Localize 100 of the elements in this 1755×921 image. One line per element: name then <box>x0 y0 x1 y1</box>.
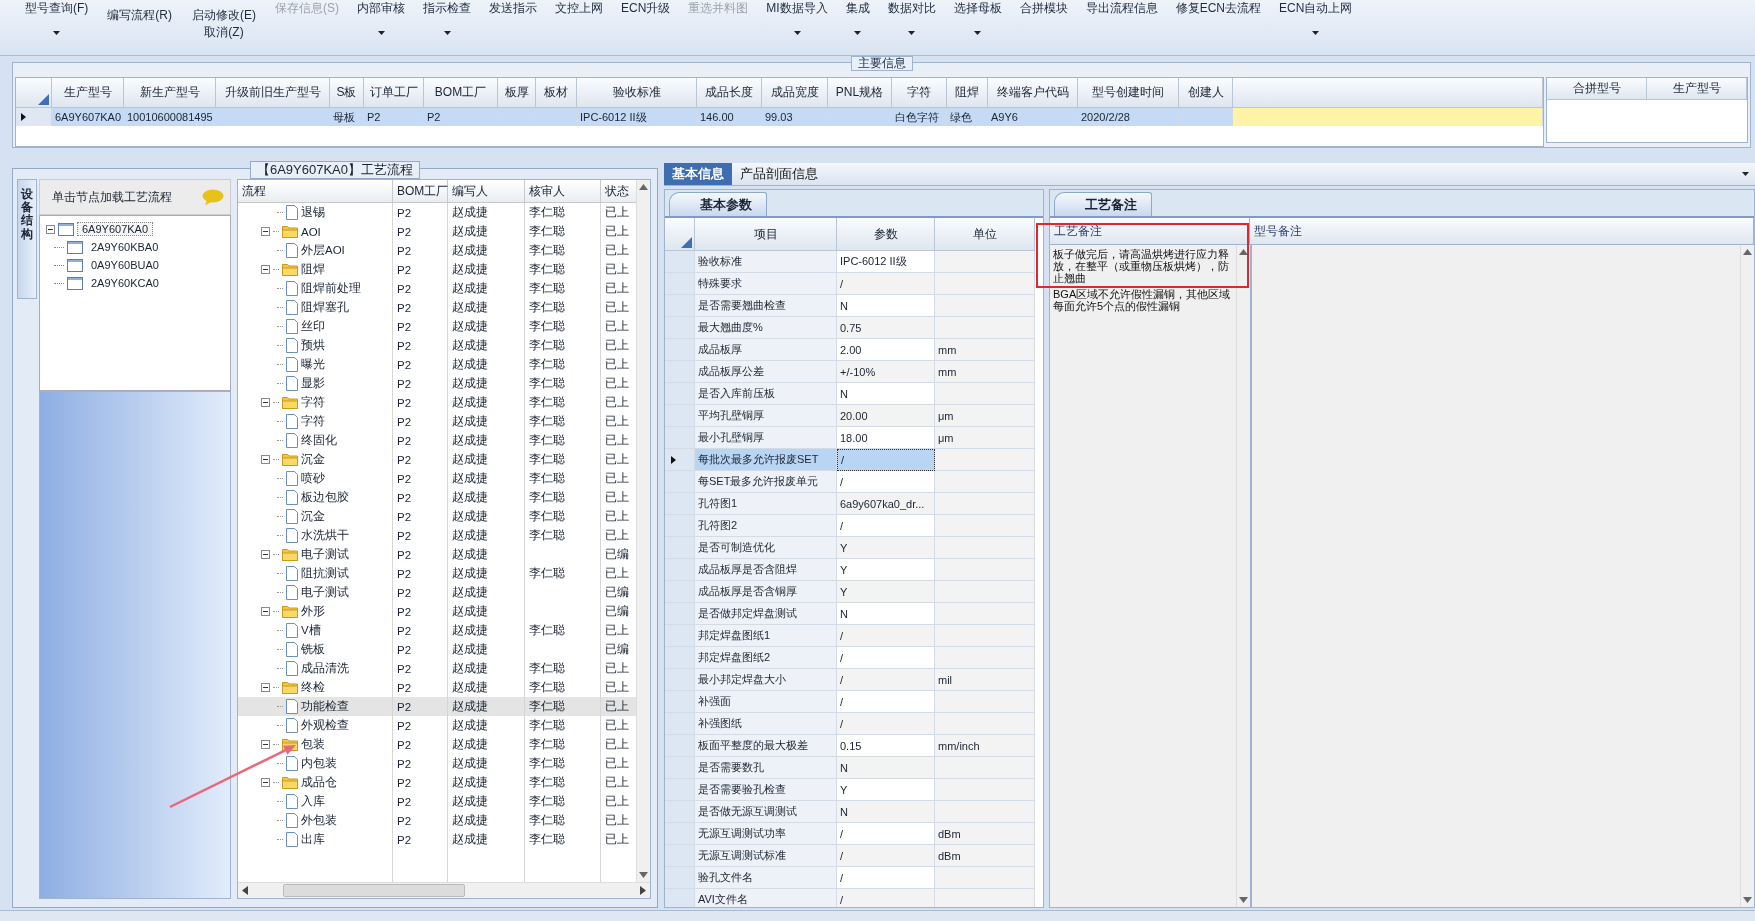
toolbar-button[interactable]: 发送指示 <box>480 0 546 52</box>
column-header[interactable]: 字符 <box>892 78 947 108</box>
table-row[interactable]: 特殊要求 / <box>665 273 1043 295</box>
collapse-icon[interactable] <box>261 265 270 274</box>
table-row[interactable]: AVI文件名 / <box>665 889 1043 907</box>
column-header[interactable]: 型号备注 <box>1250 218 1754 245</box>
table-row[interactable]: 是否需要数孔 N <box>665 757 1043 779</box>
collapse-icon[interactable] <box>261 683 270 692</box>
column-header[interactable]: 单位 <box>935 218 1035 251</box>
table-row[interactable]: 功能检查 P2 赵成捷 李仁聪 已上 <box>238 697 636 716</box>
scroll-up-icon[interactable] <box>639 184 648 190</box>
table-row[interactable]: 平均孔壁铜厚 20.00 μm <box>665 405 1043 427</box>
table-row[interactable]: 无源互调测试功率 / dBm <box>665 823 1043 845</box>
tree-node[interactable]: 2A9Y60KBA0 <box>86 240 164 254</box>
table-row[interactable]: 成品板厚是否含铜厚 Y <box>665 581 1043 603</box>
column-header[interactable]: 板厚 <box>498 78 536 108</box>
table-row[interactable]: 6A9Y607KA0 10010600081495 母板 P2 P2 IPC-6012 II级 146.00 99.03 白色字符 绿色 A9Y6 2020/2/28 <box>16 108 1543 126</box>
tree-node[interactable]: 0A9Y60BUA0 <box>86 258 164 272</box>
column-header[interactable]: 创建人 <box>1179 78 1233 108</box>
column-header[interactable]: 验收标准 <box>577 78 697 108</box>
column-header[interactable]: 成品长度 <box>697 78 762 108</box>
toolbar-button[interactable]: 编写流程(R) <box>103 8 176 23</box>
table-row[interactable]: 无源互调测试标准 / dBm <box>665 845 1043 867</box>
table-row[interactable]: 验收标准 IPC-6012 II级 <box>665 251 1043 273</box>
tab[interactable]: 产品剖面信息 <box>732 163 826 185</box>
vertical-scrollbar[interactable] <box>636 180 650 882</box>
column-header[interactable]: 订单工厂 <box>364 78 424 108</box>
table-row[interactable]: 补强图纸 / <box>665 713 1043 735</box>
column-header[interactable]: 编写人 <box>448 180 525 203</box>
scroll-right-icon[interactable] <box>640 886 646 895</box>
toolbar-button[interactable]: 启动修改(E) <box>188 8 260 23</box>
table-row[interactable]: 成品板厚公差 +/-10% mm <box>665 361 1043 383</box>
scroll-down-icon[interactable] <box>1239 897 1248 903</box>
column-header[interactable]: 工艺备注 <box>1050 218 1250 245</box>
toolbar-button[interactable]: 合拼模块 <box>1010 0 1077 52</box>
table-row[interactable]: 最大翘曲度% 0.75 <box>665 317 1043 339</box>
column-header[interactable]: 流程 <box>238 180 393 203</box>
scroll-left-icon[interactable] <box>242 886 248 895</box>
collapse-icon[interactable] <box>261 398 270 407</box>
column-header[interactable]: 板材 <box>536 78 577 108</box>
table-row[interactable]: 成品板厚是否含阻焊 Y <box>665 559 1043 581</box>
toolbar-button[interactable]: 集成 <box>836 0 879 52</box>
table-row[interactable]: 是否需要翘曲检查 N <box>665 295 1043 317</box>
table-row[interactable]: 每批次最多允许报废SET / <box>665 449 1043 471</box>
column-header[interactable]: 升级前旧生产型号 <box>216 78 330 108</box>
toolbar-button[interactable]: MI数据导入 <box>757 0 837 52</box>
toolbar-button[interactable]: 选择母板 <box>944 0 1011 52</box>
toolbar-button[interactable]: 修复ECN去流程 <box>1166 0 1271 52</box>
table-row[interactable]: 最小孔壁铜厚 18.00 μm <box>665 427 1043 449</box>
toolbar-button[interactable]: ECN升级 <box>612 0 680 52</box>
column-header[interactable]: BOM工厂 <box>424 78 498 108</box>
collapse-icon[interactable] <box>261 550 270 559</box>
table-row[interactable]: 板面平整度的最大极差 0.15 mm/inch <box>665 735 1043 757</box>
tab[interactable]: 基本参数 <box>669 192 767 216</box>
column-header[interactable]: 生产型号 <box>52 78 124 108</box>
table-row[interactable]: 是否做邦定焊盘测试 N <box>665 603 1043 625</box>
vertical-scrollbar[interactable] <box>1740 245 1754 907</box>
table-row[interactable]: 是否需要验孔检查 Y <box>665 779 1043 801</box>
column-header[interactable]: 新生产型号 <box>124 78 216 108</box>
column-header[interactable]: 合拼型号 <box>1547 78 1647 100</box>
toolbar-button[interactable]: ECN自动上网 <box>1270 0 1362 52</box>
collapse-icon[interactable] <box>261 455 270 464</box>
toolbar-button[interactable]: 型号查询(F) <box>16 0 98 52</box>
toolbar-button[interactable]: 取消(Z) <box>200 25 248 40</box>
collapse-icon[interactable] <box>261 227 270 236</box>
column-header[interactable]: 成品宽度 <box>762 78 828 108</box>
table-row[interactable]: 是否做无源互调测试 N <box>665 801 1043 823</box>
column-header[interactable]: 参数 <box>837 218 935 251</box>
column-header[interactable]: 终端客户代码 <box>988 78 1078 108</box>
toolbar-button[interactable]: 文控上网 <box>546 0 612 52</box>
column-header[interactable]: 核审人 <box>525 180 601 203</box>
column-header[interactable]: 阻焊 <box>947 78 988 108</box>
toolbar-button[interactable]: 导出流程信息 <box>1076 0 1167 52</box>
scroll-down-icon[interactable] <box>639 872 648 878</box>
side-tab[interactable]: 设备结构 <box>17 179 37 299</box>
horizontal-scrollbar[interactable] <box>238 882 650 898</box>
tab[interactable]: 基本信息 <box>664 163 732 185</box>
column-header[interactable]: 项目 <box>695 218 837 251</box>
column-header[interactable]: S板 <box>330 78 364 108</box>
table-row[interactable]: 每SET最多允许报废单元 / <box>665 471 1043 493</box>
column-header[interactable]: 生产型号 <box>1647 78 1747 100</box>
table-row[interactable]: 邦定焊盘图纸1 / <box>665 625 1043 647</box>
tree-node[interactable]: 2A9Y60KCA0 <box>86 276 164 290</box>
collapse-icon[interactable] <box>261 740 270 749</box>
tab[interactable]: 工艺备注 <box>1054 192 1152 216</box>
toolbar-button[interactable]: 内部审核 <box>348 0 414 52</box>
collapse-icon[interactable] <box>261 778 270 787</box>
column-header[interactable]: BOM工厂 <box>393 180 448 203</box>
scroll-down-icon[interactable] <box>1743 897 1752 903</box>
collapse-icon[interactable] <box>46 224 55 234</box>
scroll-up-icon[interactable] <box>1743 249 1752 255</box>
table-row[interactable]: 孔符图1 6a9y607ka0_dr... <box>665 493 1043 515</box>
scroll-up-icon[interactable] <box>1239 249 1248 255</box>
vertical-scrollbar[interactable] <box>1236 245 1250 907</box>
table-row[interactable]: 邦定焊盘图纸2 / <box>665 647 1043 669</box>
table-row[interactable]: 孔符图2 / <box>665 515 1043 537</box>
tree-node[interactable]: 6A9Y607KA0 <box>77 222 154 236</box>
table-row[interactable]: 验孔文件名 / <box>665 867 1043 889</box>
column-header[interactable]: 型号创建时间 <box>1078 78 1179 108</box>
table-row[interactable]: 成品板厚 2.00 mm <box>665 339 1043 361</box>
